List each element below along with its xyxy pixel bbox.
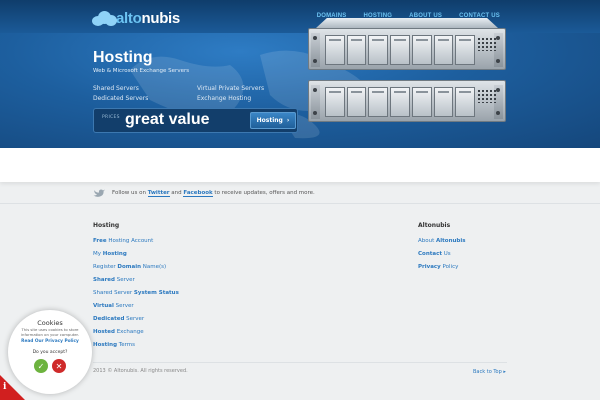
content-band — [0, 148, 600, 182]
back-to-top-link[interactable]: Back to Top ▸ — [473, 369, 506, 375]
footer-link-hosting-terms[interactable]: Hosting Terms — [93, 342, 179, 348]
footer-hosting-column: Hosting Free Hosting Account My Hosting … — [93, 222, 179, 355]
cookie-question: Do you accept? — [32, 350, 68, 355]
service-item: Virtual Private Servers — [197, 85, 265, 92]
service-item: Exchange Hosting — [197, 95, 252, 102]
privacy-policy-link[interactable]: Read Our Privacy Policy — [8, 339, 92, 344]
footer-link-hosted-exchange[interactable]: Hosted Exchange — [93, 329, 179, 335]
prices-label: PRICES — [102, 115, 120, 120]
footer-altonubis-column: Altonubis About Altonubis Contact Us Pri… — [418, 222, 466, 277]
footer-link-dedicated-server[interactable]: Dedicated Server — [93, 316, 179, 322]
footer-link-about[interactable]: About Altonubis — [418, 238, 466, 244]
hero-banner: altonubis DOMAINS HOSTING ABOUT US CONTA… — [0, 0, 600, 148]
server-unit — [308, 80, 506, 136]
hosting-button[interactable]: Hosting › — [250, 112, 296, 129]
prices-box: PRICES great value Hosting › — [93, 108, 298, 133]
footer-link-register-domain[interactable]: Register Domain Name(s) — [93, 264, 179, 270]
service-item: Dedicated Servers — [93, 95, 149, 102]
hero-services-list: Shared Servers Virtual Private Servers D… — [93, 85, 273, 102]
great-value-tagline: great value — [125, 111, 210, 128]
cookie-consent-widget: Cookies This site uses cookies to store … — [8, 310, 92, 394]
copyright-text: 2013 © Altonubis. All rights reserved. — [93, 368, 188, 374]
server-rack-illustration — [308, 18, 506, 146]
service-item: Shared Servers — [93, 85, 139, 92]
accept-check-icon[interactable]: ✓ — [34, 359, 48, 373]
twitter-bird-icon — [93, 189, 105, 197]
logo-text: altonubis — [116, 9, 180, 27]
footer-link-virtual-server[interactable]: Virtual Server — [93, 303, 179, 309]
hero-subtitle: Web & Microsoft Exchange Servers — [93, 68, 190, 74]
footer-link-system-status[interactable]: Shared Server System Status — [93, 290, 179, 296]
cookie-title: Cookies — [37, 319, 63, 327]
decline-x-icon[interactable]: ✕ — [52, 359, 66, 373]
twitter-link[interactable]: Twitter — [147, 189, 170, 197]
footer-divider — [93, 362, 507, 363]
footer-link-shared-server[interactable]: Shared Server — [93, 277, 179, 283]
footer-link-free-hosting[interactable]: Free Hosting Account — [93, 238, 179, 244]
top-bar — [0, 0, 600, 33]
footer-link-contact[interactable]: Contact Us — [418, 251, 466, 257]
cookie-description: This site uses cookies to store informat… — [21, 327, 79, 337]
facebook-link[interactable]: Facebook — [183, 189, 213, 197]
footer-heading: Altonubis — [418, 222, 451, 229]
site-logo[interactable]: altonubis — [92, 8, 180, 28]
chevron-right-icon: › — [286, 117, 290, 124]
cookie-buttons: ✓ ✕ — [8, 359, 92, 373]
social-follow-bar: Follow us on Twitter and Facebook to rec… — [93, 186, 507, 199]
cloud-logo-icon — [92, 10, 118, 26]
footer-link-my-hosting[interactable]: My Hosting — [93, 251, 179, 257]
hero-title: Hosting — [93, 49, 153, 66]
server-unit — [308, 18, 506, 74]
social-text: Follow us on Twitter and Facebook to rec… — [112, 189, 315, 197]
footer-link-privacy[interactable]: Privacy Policy — [418, 264, 466, 270]
hosting-button-label: Hosting — [256, 117, 283, 124]
footer-heading: Hosting — [93, 222, 120, 229]
divider — [0, 203, 600, 204]
